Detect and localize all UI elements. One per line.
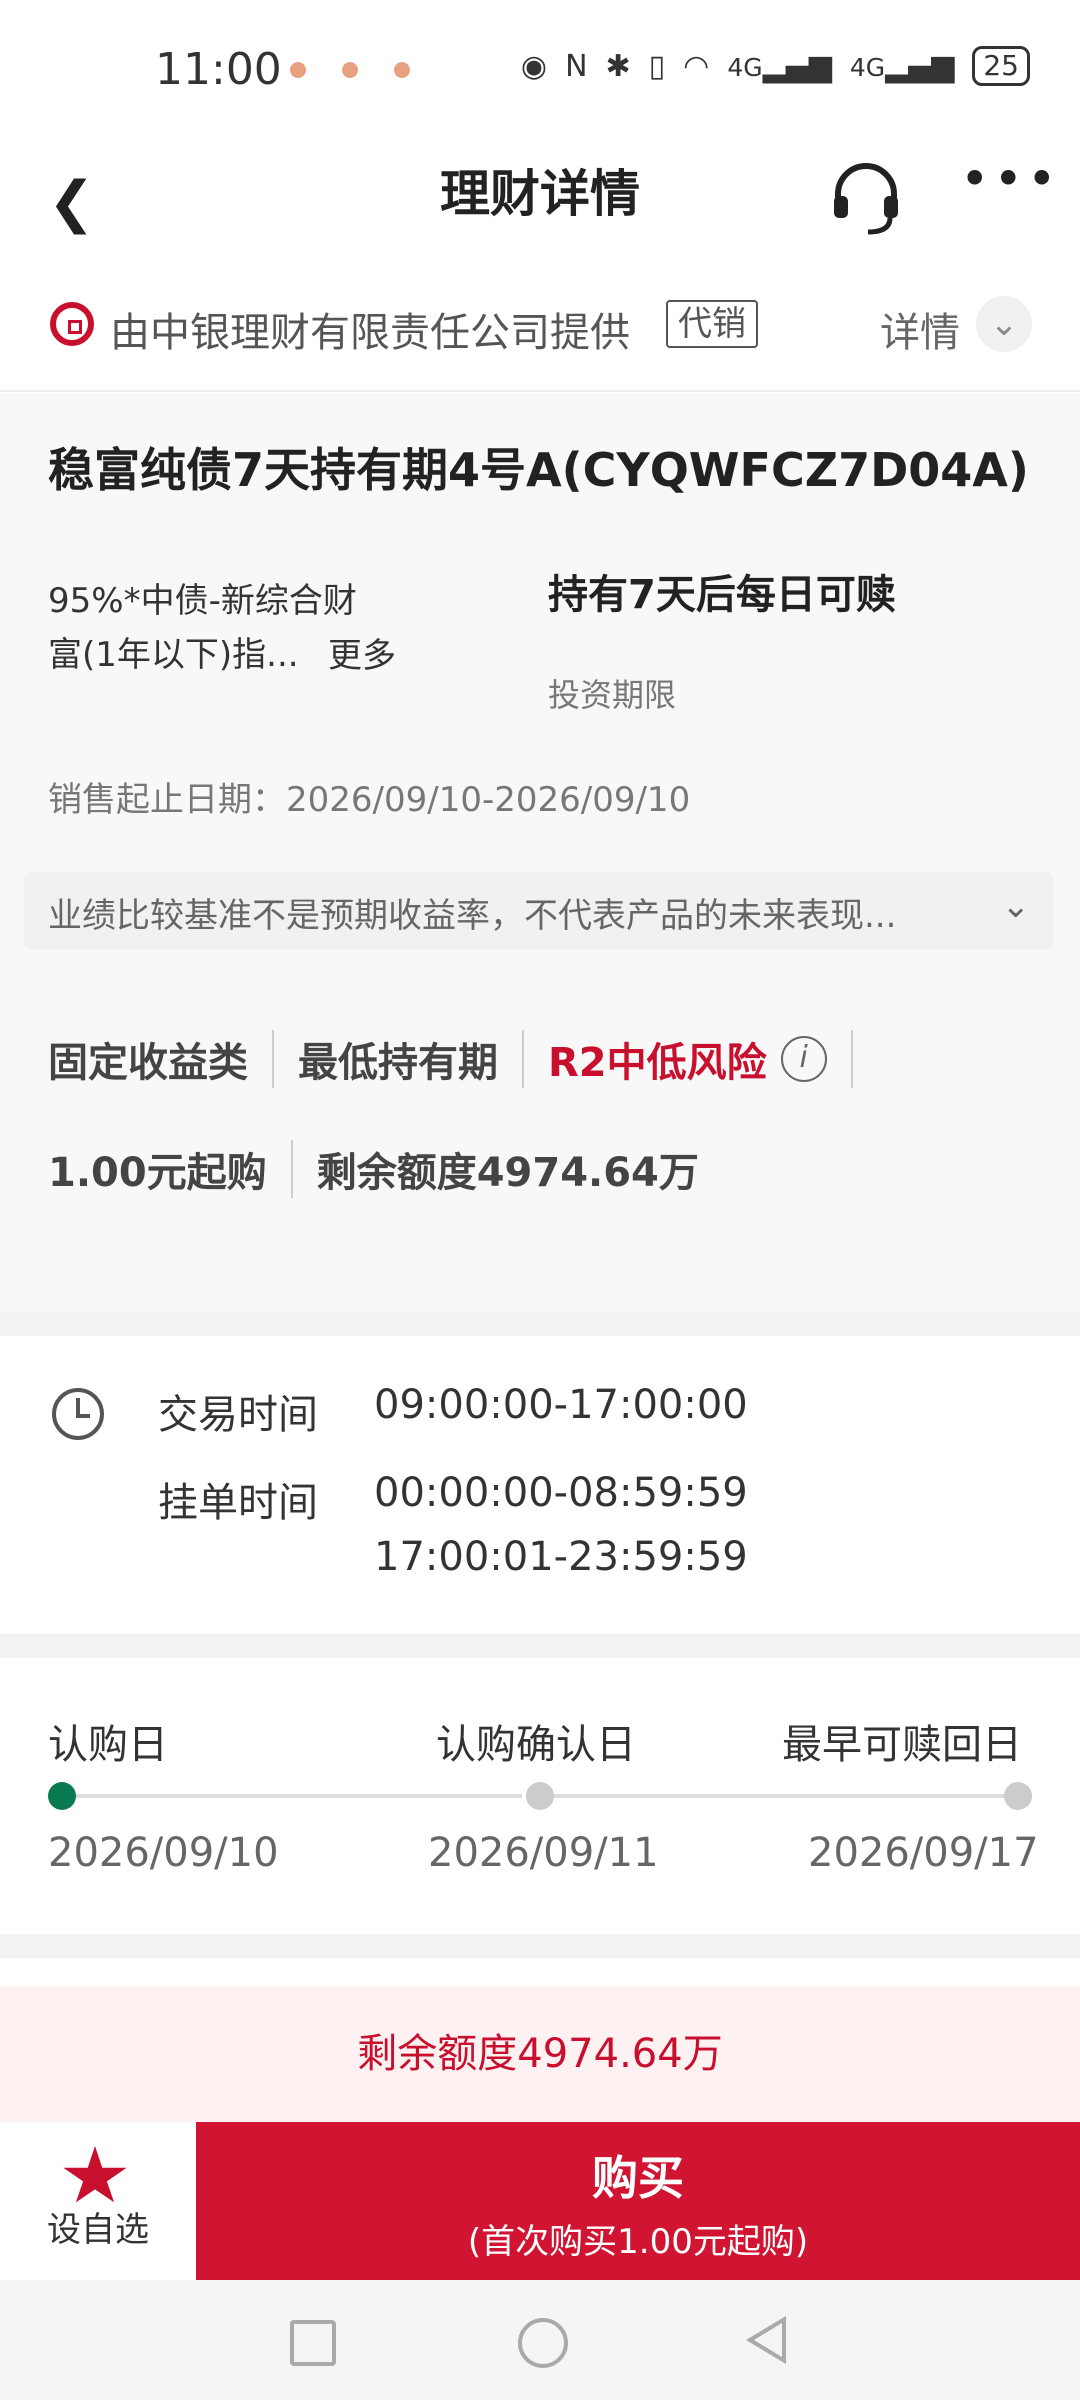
divider (850, 1030, 853, 1088)
signal-icon: 4G▂▄▆ (849, 48, 955, 84)
status-indicators: ◉ N ✱ ▯ ◠ 4G▂▄▆ 4G▂▄▆ 25 (521, 46, 1030, 86)
back-icon[interactable] (746, 2316, 786, 2364)
clock-icon (52, 1388, 104, 1440)
section-divider (0, 1634, 1080, 1658)
timeline-date: 2026/09/11 (428, 1830, 659, 1876)
provider-detail-link[interactable]: 详情 (880, 300, 960, 358)
product-name: 稳富纯债7天持有期4号A(CYQWFCZ7D04A) (48, 443, 1029, 497)
divider (290, 1140, 293, 1198)
remaining-quota: 剩余额度4974.64万 (316, 1150, 699, 1196)
trade-time-label: 交易时间 (158, 1392, 318, 1438)
provider-text: 由中银理财有限责任公司提供 (110, 310, 630, 356)
section-divider (0, 1312, 1080, 1336)
add-to-watchlist-button[interactable]: 设自选 (0, 2122, 196, 2280)
bluetooth-icon: ✱ (605, 48, 631, 84)
chevron-down-icon[interactable]: ⌄ (1002, 886, 1031, 926)
product-card: 稳富纯债7天持有期4号A(CYQWFCZ7D04A) 95%*中债-新综合财 富… (0, 394, 1080, 1312)
risk-notice-text: 业绩比较基准不是预期收益率，不代表产品的未来表现... (48, 896, 897, 936)
risk-notice[interactable]: 业绩比较基准不是预期收益率，不代表产品的未来表现... ⌄ (24, 872, 1054, 950)
section-divider (0, 1934, 1080, 1958)
timeline-label: 最早可赎回日 (782, 1722, 1022, 1768)
redeem-rule: 持有7天后每日可赎 (548, 572, 896, 618)
vibrate-icon: ▯ (648, 48, 666, 84)
nfc-icon: N (565, 48, 588, 84)
chevron-down-icon[interactable]: ⌄ (976, 296, 1032, 352)
buy-button[interactable]: 购买 (首次购买1.00元起购) (196, 2122, 1080, 2280)
provider-row: 由中银理财有限责任公司提供 代销 详情 ⌄ (0, 290, 1080, 392)
home-icon[interactable] (518, 2318, 568, 2368)
trade-time-value: 09:00:00-17:00:00 (374, 1382, 748, 1428)
timeline-track (70, 1794, 522, 1798)
eye-icon: ◉ (520, 48, 548, 84)
notification-icon (290, 62, 306, 78)
timeline-label: 认购确认日 (436, 1722, 636, 1768)
benchmark-line: 95%*中债-新综合财 (48, 581, 357, 621)
timeline-date: 2026/09/10 (48, 1830, 279, 1876)
remaining-quota-banner: 剩余额度4974.64万 (0, 1986, 1080, 2122)
timeline-track (554, 1794, 1008, 1798)
product-tags: 固定收益类 最低持有期 R2中低风险 i (48, 1030, 877, 1088)
timeline-dot (1004, 1782, 1032, 1810)
tag-risk-level: R2中低风险 (548, 1040, 767, 1086)
recents-icon[interactable] (290, 2320, 336, 2366)
notification-icon (394, 62, 410, 78)
sale-period: 销售起止日期：2026/09/10-2026/09/10 (48, 780, 691, 820)
bank-logo-icon (50, 302, 94, 346)
min-purchase: 1.00元起购 (48, 1150, 267, 1196)
divider (272, 1030, 274, 1088)
info-icon[interactable]: i (780, 1036, 827, 1082)
app-header: ❮ 理财详情 ••• (0, 140, 1080, 250)
order-time-value: 17:00:01-23:59:59 (374, 1534, 748, 1580)
notification-icon (342, 62, 358, 78)
timeline-date: 2026/09/17 (808, 1830, 1039, 1876)
benchmark-more-link[interactable]: 更多 (328, 628, 396, 677)
system-nav-bar (0, 2280, 1080, 2400)
divider (522, 1030, 524, 1088)
tag-fixed-income: 固定收益类 (48, 1040, 248, 1086)
wifi-icon: ◠ (683, 48, 710, 84)
buy-label: 购买 (592, 2151, 684, 2205)
page-title: 理财详情 (440, 165, 640, 223)
signal-icon: 4G▂▄▆ (727, 48, 832, 84)
timeline-dot-active (48, 1782, 76, 1810)
order-time-value: 00:00:00-08:59:59 (374, 1470, 748, 1516)
timeline-dot (526, 1782, 554, 1810)
redeem-label: 投资期限 (548, 676, 677, 714)
star-icon (63, 2146, 127, 2203)
product-tags-2: 1.00元起购 剩余额度4974.64万 (48, 1140, 699, 1198)
status-time: 11:00 (155, 44, 282, 95)
watchlist-label: 设自选 (47, 2210, 149, 2250)
battery-icon: 25 (972, 46, 1030, 86)
agency-tag: 代销 (666, 300, 758, 348)
timeline-label: 认购日 (48, 1722, 168, 1768)
status-bar: 11:00 ◉ N ✱ ▯ ◠ 4G▂▄▆ 4G▂▄▆ 25 (0, 0, 1080, 140)
customer-service-icon[interactable] (826, 158, 906, 242)
tag-min-holding: 最低持有期 (298, 1040, 498, 1086)
more-options-icon[interactable]: ••• (960, 150, 1060, 208)
buy-sublabel: (首次购买1.00元起购) (467, 2222, 809, 2262)
order-time-label: 挂单时间 (158, 1480, 318, 1526)
